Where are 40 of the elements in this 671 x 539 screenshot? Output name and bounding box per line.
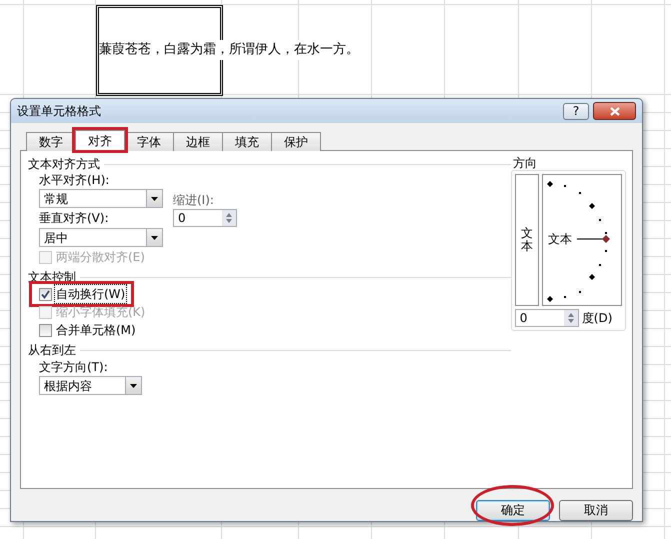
dropdown[interactable]: 根据内容	[39, 376, 142, 395]
caret-icon	[130, 384, 137, 388]
tab[interactable]: 保护	[271, 132, 321, 151]
checkbox[interactable]	[39, 288, 52, 300]
dial-text: 文本	[548, 232, 572, 246]
angle-pointer-icon	[576, 235, 610, 243]
cancel-button[interactable]: 取消	[559, 500, 633, 520]
spinner-arrows-icon	[564, 310, 578, 326]
close-icon	[610, 106, 620, 116]
checkbox[interactable]	[39, 324, 52, 336]
tab[interactable]: 对齐	[75, 130, 125, 151]
close-button[interactable]	[593, 102, 636, 120]
field-label: 文字方向(T):	[39, 359, 109, 376]
section-title: 从右到左	[28, 342, 76, 359]
vertical-text-box[interactable]: 文本	[514, 174, 539, 306]
window-title: 设置单元格格式	[17, 103, 102, 120]
checkbox-label: 自动换行(W)	[55, 285, 126, 303]
section-title: 方向	[512, 156, 538, 170]
help-button[interactable]: ?	[563, 102, 589, 120]
field-label: 缩进(I):	[173, 192, 215, 209]
checkmark-icon	[41, 290, 50, 298]
tab[interactable]: 边框	[173, 132, 223, 151]
ok-button[interactable]: 确定	[476, 500, 550, 520]
spin-field[interactable]: 0	[173, 209, 237, 227]
checkbox-label: 缩小字体填充(K)	[55, 304, 146, 321]
vertical-text: 文本	[520, 226, 533, 254]
section-title: 文本对齐方式	[28, 156, 100, 173]
checkbox-label: 两端分散对齐(E)	[55, 249, 146, 266]
field-label: 度(D)	[582, 310, 612, 327]
caret-icon	[151, 236, 158, 240]
dropdown[interactable]: 居中	[39, 228, 163, 247]
angle-dial[interactable]: 文本	[542, 174, 622, 306]
tab[interactable]: 填充	[222, 132, 272, 151]
dropdown[interactable]: 常规	[39, 189, 163, 208]
spinner-arrows-icon	[222, 210, 236, 226]
checkbox-label: 合并单元格(M)	[55, 322, 137, 339]
field-label: 水平对齐(H):	[39, 172, 110, 189]
spin-field[interactable]: 0	[514, 309, 579, 327]
field-label: 垂直对齐(V):	[39, 210, 110, 227]
caret-icon	[151, 196, 158, 200]
